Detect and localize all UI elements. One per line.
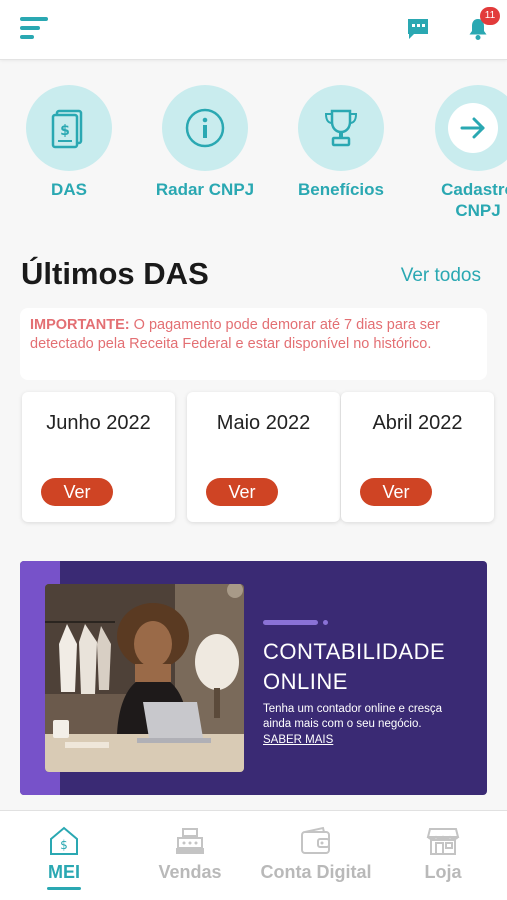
store-icon — [426, 828, 460, 855]
info-icon — [185, 108, 225, 148]
banner-title-line1: CONTABILIDADE — [263, 639, 446, 664]
notice-box: IMPORTANTE: O pagamento pode demorar até… — [20, 308, 487, 380]
banner-description: Tenha um contador online e cresça ainda … — [263, 703, 442, 730]
wallet-icon — [301, 826, 330, 854]
nav-label: MEI — [47, 862, 80, 882]
quick-action-circle — [435, 85, 507, 171]
svg-text:$: $ — [60, 838, 68, 852]
das-month: Junho 2022 — [46, 412, 151, 434]
quick-action-label: Benefícios — [298, 180, 384, 199]
section-title: Últimos DAS — [21, 256, 209, 291]
notification-count-badge: 11 — [480, 7, 500, 25]
quick-action-cadastro-cnpj[interactable]: Cadastro CNPJ — [428, 85, 507, 221]
das-month: Abril 2022 — [372, 412, 463, 434]
quick-action-das[interactable]: $ DAS — [19, 85, 119, 200]
nav-item-mei[interactable]: $ MEI — [4, 825, 124, 890]
notice-strong: IMPORTANTE: — [30, 317, 130, 333]
nav-item-loja[interactable]: Loja — [383, 825, 503, 883]
nav-label: Conta Digital — [260, 862, 372, 882]
nav-item-vendas[interactable]: Vendas — [130, 825, 250, 883]
see-all-link[interactable]: Ver todos — [401, 265, 481, 287]
das-card: Junho 2022 Ver — [22, 392, 175, 522]
banner-title: CONTABILIDADE ONLINE — [263, 637, 445, 697]
nav-item-conta-digital[interactable]: Conta Digital — [256, 825, 376, 883]
quick-action-label: DAS — [51, 180, 87, 199]
quick-action-circle: $ — [26, 85, 112, 171]
document-dollar-icon: $ — [51, 109, 83, 149]
quick-action-radar-cnpj[interactable]: Radar CNPJ — [155, 85, 255, 200]
das-card: Maio 2022 Ver — [187, 392, 340, 522]
arrow-right-icon — [460, 117, 485, 139]
cash-register-icon — [176, 828, 204, 854]
ver-button[interactable]: Ver — [206, 478, 278, 506]
ver-button[interactable]: Ver — [360, 478, 432, 506]
quick-action-circle — [162, 85, 248, 171]
nav-label: Loja — [424, 862, 462, 882]
house-dollar-icon: $ — [50, 826, 78, 855]
das-month: Maio 2022 — [216, 412, 311, 434]
banner-pill — [263, 620, 318, 625]
banner-title-line2: ONLINE — [263, 669, 348, 694]
banner-photo — [45, 584, 244, 772]
quick-action-label: Cadastro CNPJ — [441, 180, 507, 220]
hamburger-menu-icon[interactable] — [20, 17, 48, 41]
promo-banner[interactable]: CONTABILIDADE ONLINE Tenha um contador o… — [20, 561, 487, 795]
svg-text:$: $ — [60, 123, 70, 139]
quick-action-label: Radar CNPJ — [155, 180, 255, 199]
nav-active-indicator — [47, 887, 81, 890]
bottom-navigation: $ MEI Vendas Conta Digital Loja — [0, 810, 507, 900]
chat-bubble-icon[interactable] — [405, 16, 431, 42]
top-app-bar: 11 — [0, 0, 507, 60]
quick-action-circle — [298, 85, 384, 171]
banner-dot — [323, 620, 328, 625]
ver-button[interactable]: Ver — [41, 478, 113, 506]
trophy-icon — [324, 109, 358, 147]
das-card: Abril 2022 Ver — [341, 392, 494, 522]
arrow-disc — [448, 103, 498, 153]
quick-action-beneficios[interactable]: Benefícios — [291, 85, 391, 200]
banner-cta-link[interactable]: SABER MAIS — [263, 734, 333, 746]
nav-label: Vendas — [158, 862, 222, 882]
